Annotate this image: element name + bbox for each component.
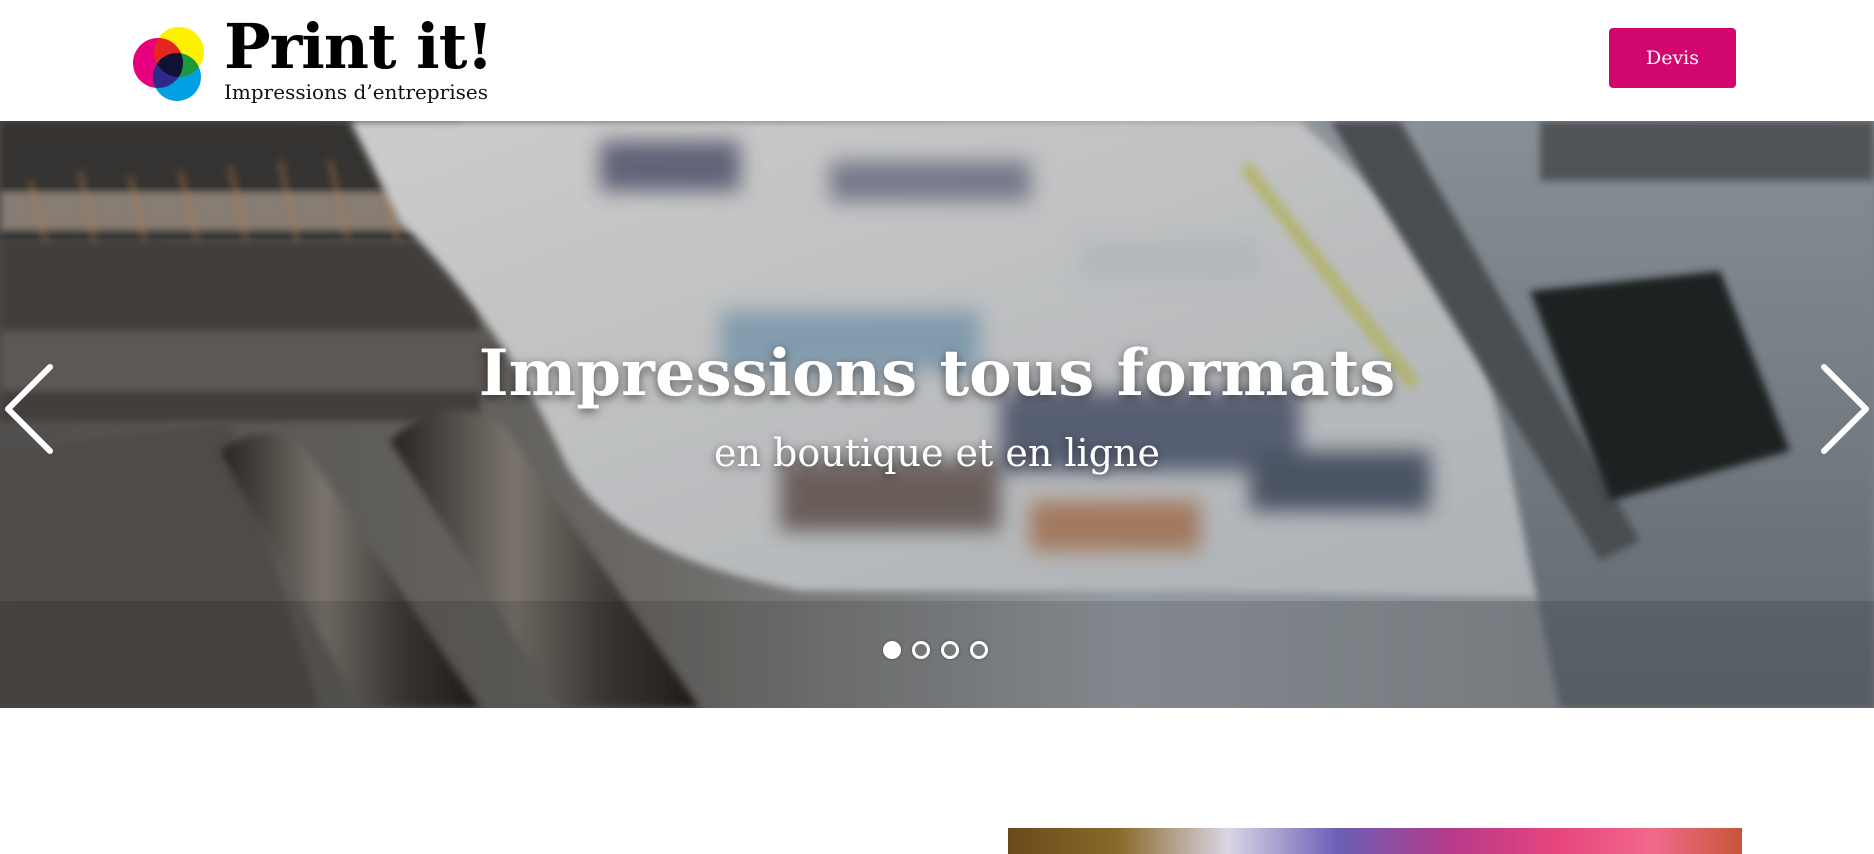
logo-subtitle: Impressions d’entreprises <box>224 80 488 104</box>
carousel-dot-3[interactable] <box>941 641 959 659</box>
logo-link[interactable]: Print it! Impressions d’entreprises <box>131 16 494 108</box>
banner-title: Impressions tous formats <box>478 336 1396 411</box>
hero-carousel: Impressions tous formats en boutique et … <box>0 121 1874 708</box>
chevron-right-icon <box>1821 364 1869 454</box>
logo-circles-icon <box>133 27 204 101</box>
carousel-dot-1[interactable] <box>883 641 901 659</box>
banner-image-printing-press <box>0 121 1874 708</box>
carousel-dot-4[interactable] <box>970 641 988 659</box>
chevron-left-icon <box>5 364 53 454</box>
logo-title: Print it! <box>224 10 494 83</box>
section-image-color-swatches <box>1008 828 1742 854</box>
carousel-prev-button[interactable] <box>0 361 60 457</box>
banner-subtitle: en boutique et en ligne <box>714 431 1160 475</box>
carousel-dots <box>883 641 988 659</box>
site-header: Print it! Impressions d’entreprises Devi… <box>0 0 1874 121</box>
carousel-next-button[interactable] <box>1814 361 1874 457</box>
carousel-dot-2[interactable] <box>912 641 930 659</box>
devis-button[interactable]: Devis <box>1609 28 1736 88</box>
